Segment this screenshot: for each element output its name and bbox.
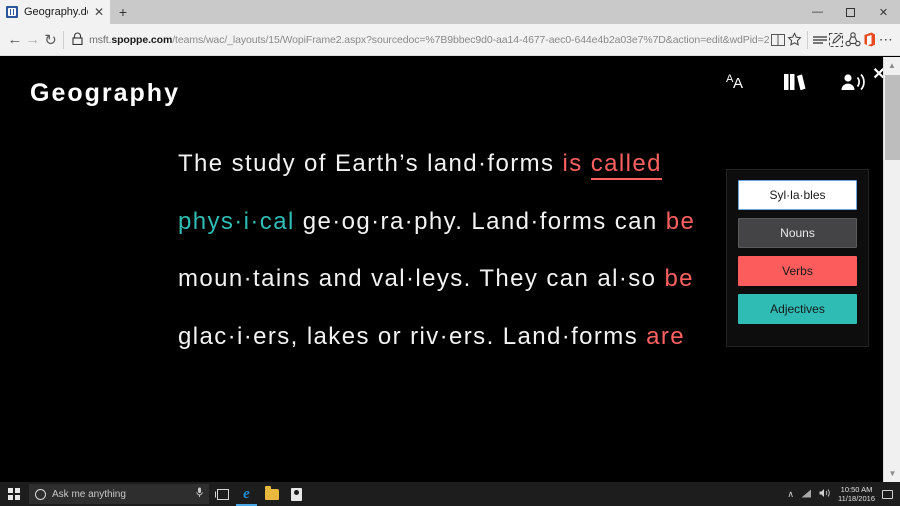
search-input[interactable]: Ask me anything bbox=[29, 484, 209, 504]
passage-text: ge·og·ra·phy. Land·forms can bbox=[294, 207, 666, 235]
navigation-bar: ← → ↻ msft.spoppe.com/teams/wac/_layouts… bbox=[0, 24, 900, 56]
passage-text bbox=[583, 150, 591, 177]
passage-text: The study of Earth’s land·forms bbox=[178, 150, 563, 177]
reader-passage[interactable]: The study of Earth’s land·forms is calle… bbox=[178, 135, 718, 365]
scrollbar-thumb[interactable] bbox=[885, 75, 900, 160]
grammar-options-icon[interactable] bbox=[782, 71, 810, 93]
forward-icon[interactable]: → bbox=[24, 26, 42, 54]
passage-word-verb: are bbox=[646, 322, 686, 350]
text-options-icon[interactable]: AA bbox=[726, 71, 752, 93]
scroll-down-icon[interactable]: ▼ bbox=[884, 465, 900, 482]
address-bar[interactable]: msft.spoppe.com/teams/wac/_layouts/15/Wo… bbox=[68, 28, 769, 52]
hub-reading-list-icon[interactable] bbox=[811, 26, 828, 54]
action-center-icon[interactable] bbox=[882, 489, 893, 499]
microphone-icon[interactable] bbox=[196, 487, 203, 501]
clock-date: 11/18/2016 bbox=[838, 494, 875, 503]
grammar-button-verbs[interactable]: Verbs bbox=[738, 256, 857, 286]
grammar-button-adjectives[interactable]: Adjectives bbox=[738, 294, 857, 324]
browser-window: Geography.docx ✕ + — ✕ ← → ↻ msft.spoppe… bbox=[0, 0, 900, 506]
cortana-icon bbox=[35, 488, 46, 500]
url-text: msft.spoppe.com/teams/wac/_layouts/15/Wo… bbox=[89, 34, 769, 46]
divider bbox=[63, 30, 65, 49]
taskbar: Ask me anything e ∧ 10:50 AM 11/18/2016 bbox=[0, 482, 900, 506]
web-notes-icon[interactable] bbox=[828, 26, 845, 54]
reader-toolbar: AA bbox=[726, 71, 868, 93]
refresh-icon[interactable]: ↻ bbox=[42, 26, 60, 54]
divider bbox=[806, 30, 808, 49]
svg-text:A: A bbox=[733, 75, 743, 92]
file-explorer-icon[interactable] bbox=[259, 482, 284, 506]
word-doc-icon bbox=[6, 6, 18, 18]
tab-title: Geography.docx bbox=[24, 6, 88, 18]
grammar-button-syllables[interactable]: Syl·la·bles bbox=[738, 180, 857, 210]
start-button[interactable] bbox=[0, 482, 28, 506]
grammar-options-panel: Syl·la·bles Nouns Verbs Adjectives bbox=[726, 169, 869, 347]
edge-logo: e bbox=[243, 485, 250, 502]
more-icon[interactable]: ⋯ bbox=[877, 26, 894, 54]
page-title: Geography bbox=[30, 79, 180, 107]
task-view-icon[interactable] bbox=[209, 482, 234, 506]
share-icon[interactable] bbox=[844, 26, 861, 54]
grammar-button-nouns[interactable]: Nouns bbox=[738, 218, 857, 248]
windows-logo-icon bbox=[8, 488, 20, 500]
url-host: spoppe.com bbox=[111, 33, 173, 46]
tab-strip: Geography.docx ✕ + — ✕ bbox=[0, 0, 900, 24]
passage-word-verb: be bbox=[664, 265, 694, 292]
url-path: /teams/wac/_layouts/15/WopiFrame2.aspx?s… bbox=[172, 33, 770, 46]
url-prefix: msft. bbox=[89, 33, 112, 46]
search-placeholder: Ask me anything bbox=[52, 488, 126, 500]
passage-word-current: called bbox=[590, 150, 662, 180]
reading-view-icon[interactable] bbox=[769, 26, 786, 54]
passage-word-adjective: phys·i·cal bbox=[178, 207, 295, 235]
office-icon[interactable] bbox=[861, 26, 878, 54]
lock-icon bbox=[72, 32, 83, 48]
passage-text: glac·i·ers, lakes or riv·ers. Land·forms bbox=[178, 322, 647, 350]
window-controls: — ✕ bbox=[801, 0, 900, 24]
close-icon[interactable]: ✕ bbox=[94, 6, 104, 18]
store-icon[interactable] bbox=[284, 482, 309, 506]
passage-word-verb: be bbox=[665, 207, 696, 235]
show-hidden-icons-icon[interactable]: ∧ bbox=[787, 489, 794, 500]
volume-icon[interactable] bbox=[819, 488, 831, 500]
minimize-icon[interactable]: — bbox=[801, 0, 834, 24]
maximize-icon[interactable] bbox=[834, 0, 867, 24]
scroll-up-icon[interactable]: ▲ bbox=[884, 57, 900, 74]
passage-word-verb: is bbox=[562, 150, 583, 177]
new-tab-button[interactable]: + bbox=[110, 0, 136, 24]
passage-text: moun·tains and val·leys. They can al·so bbox=[178, 265, 665, 292]
clock-time: 10:50 AM bbox=[840, 485, 873, 494]
vertical-scrollbar[interactable]: ▲ ▼ bbox=[883, 57, 900, 482]
window-close-icon[interactable]: ✕ bbox=[867, 0, 900, 24]
system-tray: ∧ 10:50 AM 11/18/2016 bbox=[787, 485, 900, 503]
star-favorites-icon[interactable] bbox=[786, 26, 803, 54]
immersive-reader: ✕ Geography AA Syl·la·bles Nouns Verbs A… bbox=[0, 57, 900, 506]
edge-browser-icon[interactable]: e bbox=[234, 482, 259, 506]
back-icon[interactable]: ← bbox=[6, 26, 24, 54]
read-aloud-icon[interactable] bbox=[840, 71, 868, 93]
network-icon[interactable] bbox=[801, 489, 812, 500]
taskbar-clock[interactable]: 10:50 AM 11/18/2016 bbox=[838, 485, 875, 503]
browser-tab[interactable]: Geography.docx ✕ bbox=[0, 0, 110, 24]
